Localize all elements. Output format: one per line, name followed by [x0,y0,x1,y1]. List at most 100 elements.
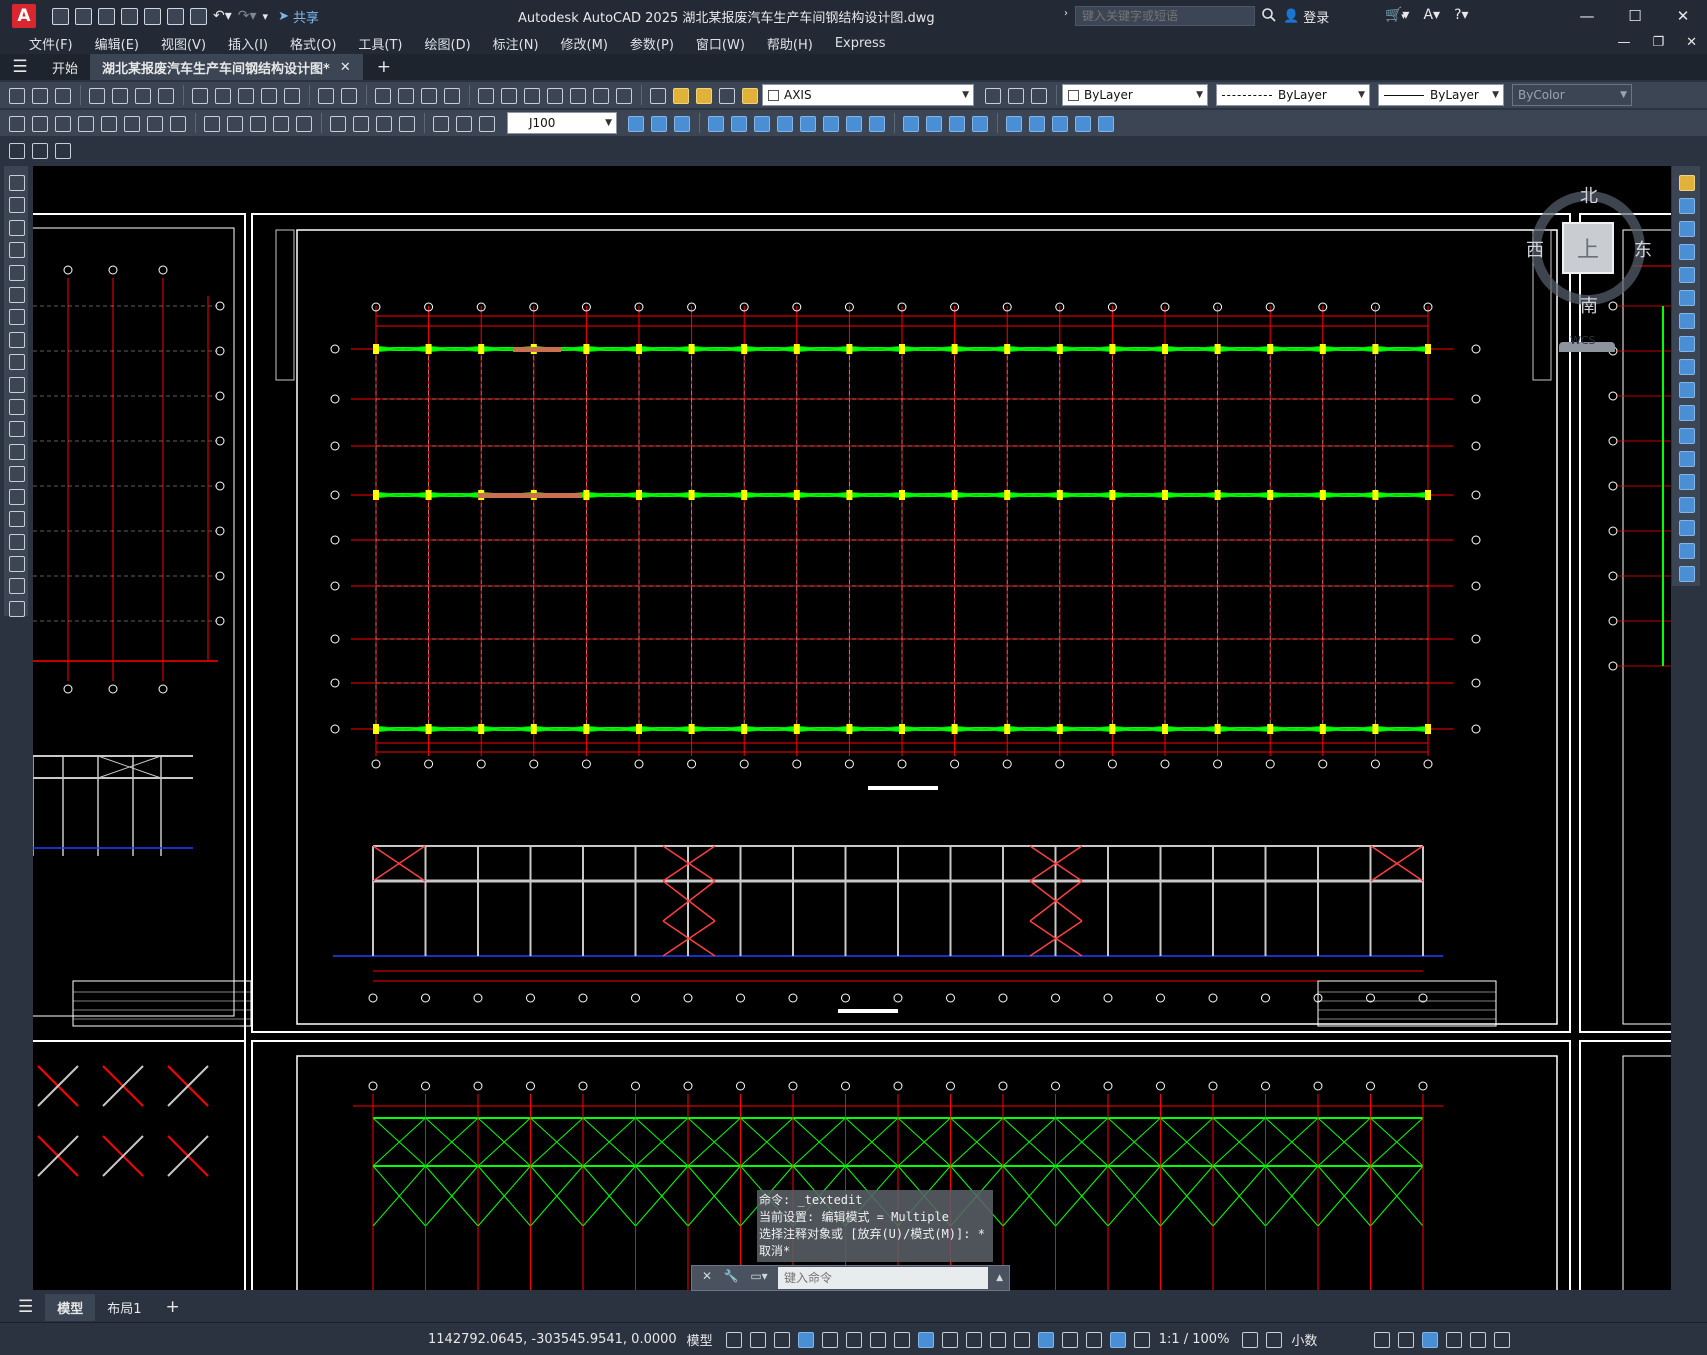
undo-toolbar-icon[interactable] [315,85,335,105]
erase-icon[interactable] [625,113,645,133]
share-button[interactable]: ➤ 共享 [278,7,319,26]
tab-close-icon[interactable]: ✕ [340,60,351,75]
transparency-icon[interactable] [963,1329,982,1349]
menu-insert[interactable]: 插入(I) [217,34,279,53]
tab-layout1[interactable]: 布局1 [95,1294,153,1321]
gradient-icon[interactable] [6,508,26,528]
menu-file[interactable]: 文件(F) [18,34,84,53]
menu-view[interactable]: 视图(V) [150,34,217,53]
layer-lock-icon[interactable] [739,85,759,105]
blend-curves-icon[interactable] [1676,540,1696,560]
dynamic-input-icon[interactable] [795,1329,814,1349]
insert-block-icon[interactable] [6,418,26,438]
cut-icon[interactable] [189,85,209,105]
lock-ui-icon[interactable] [1395,1329,1415,1349]
tab-drawing[interactable]: 湖北某报废汽车生产车间钢结构设计图* ✕ [90,54,363,80]
copy-object-icon[interactable] [648,113,668,133]
command-customize-icon[interactable]: 🔧 [722,1269,740,1287]
menu-help[interactable]: 帮助(H) [756,34,824,53]
dim-edit-icon[interactable] [430,113,450,133]
baseline-dim-icon[interactable] [224,113,244,133]
polar-tracking-icon[interactable] [843,1329,862,1349]
continue-dim-icon[interactable] [247,113,267,133]
close-button[interactable]: ✕ [1659,0,1707,32]
layer-dropdown[interactable]: AXIS ▼ [762,84,974,106]
preview-icon[interactable] [109,85,129,105]
isolate-objects-icon[interactable] [1419,1329,1439,1349]
scale-icon[interactable] [797,113,817,133]
dimstyle-dropdown[interactable]: J100 ▼ [507,112,617,134]
tab-model[interactable]: 模型 [45,1293,96,1321]
join-right-icon[interactable] [1676,471,1696,491]
lineweight-dropdown[interactable]: ByLayer ▼ [1378,84,1504,106]
save-web-icon[interactable] [167,7,184,25]
copy-right-icon[interactable] [1676,195,1696,215]
menu-format[interactable]: 格式(O) [279,34,347,53]
trim-right-icon[interactable] [1676,379,1696,399]
redo-toolbar-icon[interactable] [338,85,358,105]
zoom-realtime-icon[interactable] [395,85,415,105]
save-as-icon[interactable] [121,7,138,25]
radius-dim-icon[interactable] [98,113,118,133]
fillet-icon[interactable] [969,113,989,133]
inspect-icon[interactable] [373,113,393,133]
3d-print-icon[interactable] [155,85,175,105]
menu-express[interactable]: Express [824,36,897,51]
paste-icon[interactable] [235,85,255,105]
open-icon[interactable] [29,85,49,105]
drawing-close-button[interactable]: ✕ [1686,32,1697,54]
annotation-visibility-icon[interactable] [1107,1329,1126,1349]
layer-previous-icon[interactable] [1005,85,1025,105]
block-editor-icon[interactable] [281,85,301,105]
mirror-icon[interactable] [671,113,691,133]
menu-tools[interactable]: 工具(T) [347,34,413,53]
linetype-dropdown[interactable]: ByLayer ▼ [1216,84,1370,106]
tolerance-icon[interactable] [327,113,347,133]
quick-dim-icon[interactable] [201,113,221,133]
dim-break-icon[interactable] [293,113,313,133]
attribute-manager-icon[interactable] [29,140,49,160]
zoom-window-icon[interactable] [418,85,438,105]
dim-update-icon[interactable] [476,113,496,133]
plot-icon[interactable] [190,7,207,25]
menu-edit[interactable]: 编辑(E) [84,34,150,53]
extend-right-icon[interactable] [1676,402,1696,422]
point-icon[interactable] [6,463,26,483]
undo-icon[interactable]: ↶▾ [213,8,232,24]
new-tab-button[interactable]: + [363,57,405,77]
break-right-icon[interactable] [1676,448,1696,468]
workspace-gear-icon[interactable] [1239,1329,1259,1349]
new-file-icon[interactable] [52,7,69,25]
layer-state-icon[interactable] [1028,85,1048,105]
copy-icon[interactable] [212,85,232,105]
design-center-icon[interactable] [498,85,518,105]
erase-right-icon[interactable] [1676,172,1696,192]
pan-icon[interactable] [372,85,392,105]
qnew-icon[interactable] [6,85,26,105]
scale-right-icon[interactable] [1676,333,1696,353]
tab-start[interactable]: 开始 [40,54,90,80]
annotation-monitor-icon[interactable] [1263,1329,1283,1349]
drawing-restore-button[interactable]: ❐ [1652,32,1664,54]
draworder-icon[interactable] [1026,113,1046,133]
menu-hamburger-icon[interactable]: ☰ [0,57,40,77]
gizmo-icon[interactable] [1083,1329,1102,1349]
jogged-linear-icon[interactable] [396,113,416,133]
center-mark-icon[interactable] [350,113,370,133]
menu-draw[interactable]: 绘图(D) [414,34,482,53]
mirror-right-icon[interactable] [1676,218,1696,238]
autocad-logo-icon[interactable]: A [12,4,36,28]
add-selected-icon[interactable] [6,598,26,618]
wcs-menu[interactable]: WCS [1570,334,1596,347]
ordinate-dim-icon[interactable] [75,113,95,133]
command-input[interactable] [778,1267,989,1289]
command-expand-icon[interactable]: ▲ [996,1273,1003,1283]
angular-dim-icon[interactable] [167,113,187,133]
stretch-icon[interactable] [820,113,840,133]
model-space-toggle[interactable]: 模型 [687,1330,713,1349]
menu-modify[interactable]: 修改(M) [550,34,619,53]
3d-osnap-icon[interactable] [1011,1329,1030,1349]
properties-icon[interactable] [475,85,495,105]
menu-window[interactable]: 窗口(W) [685,34,756,53]
array-right-icon[interactable] [1676,264,1696,284]
